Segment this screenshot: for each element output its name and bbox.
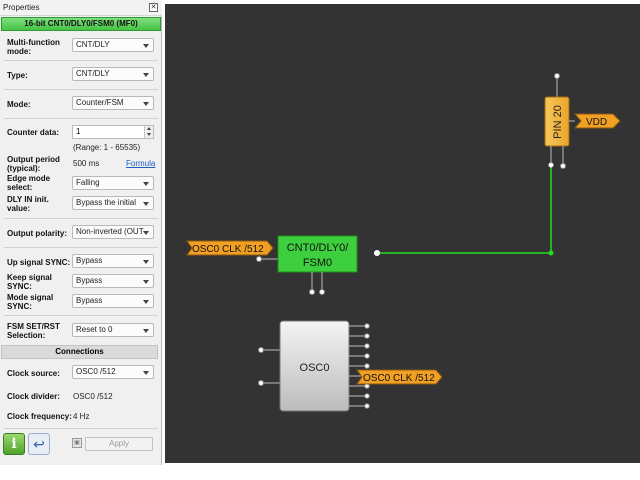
cnt-dly-fsm-block[interactable]: CNT0/DLY0/ FSM0 — [277, 235, 380, 295]
panel-header: Properties ✕ — [0, 0, 162, 16]
apply-button[interactable]: Apply — [85, 437, 153, 451]
multi-function-mode-label: Multi-function mode: — [7, 38, 60, 56]
block-title: 16-bit CNT0/DLY0/FSM0 (MF0) — [1, 17, 161, 31]
arrow-up-icon — [147, 127, 151, 130]
osc0-label: OSC0 — [300, 362, 330, 374]
edge-mode-label: Edge mode select: — [7, 174, 51, 192]
multi-function-mode-select[interactable]: CNT/DLY — [72, 38, 154, 52]
mode-select[interactable]: Counter/FSM — [72, 96, 154, 110]
pin-20-block[interactable]: PIN 20 — [544, 73, 575, 169]
design-canvas[interactable]: OSC0 CLK /512 CNT0/DLY0/ FSM0 PIN 20 VDD… — [165, 0, 640, 463]
bottom-strip — [0, 465, 640, 480]
info-button[interactable]: i — [3, 433, 25, 455]
keep-signal-sync-label: Keep signal SYNC: — [7, 273, 52, 291]
chevron-down-icon — [143, 260, 149, 264]
osc0-block[interactable]: OSC0 — [258, 320, 370, 412]
clock-divider-value: OSC0 /512 — [73, 392, 113, 401]
chevron-down-icon — [143, 202, 149, 206]
vdd-tag[interactable]: VDD — [573, 113, 621, 129]
close-icon[interactable]: ✕ — [149, 3, 158, 12]
type-select[interactable]: CNT/DLY — [72, 67, 154, 81]
counter-data-range: (Range: 1 - 65535) — [73, 143, 141, 152]
chevron-down-icon — [143, 329, 149, 333]
output-period-value: 500 ms — [73, 159, 100, 168]
fsm-set-rst-select[interactable]: Reset to 0 — [72, 323, 154, 337]
apply-icon: ▣ — [72, 438, 82, 448]
arrow-down-icon — [147, 133, 151, 136]
formula-link[interactable]: Formula — [126, 159, 155, 168]
connections-header: Connections — [1, 345, 158, 359]
counter-data-label: Counter data: — [7, 128, 59, 137]
cnt-block-line1: CNT0/DLY0/ — [287, 242, 349, 254]
chevron-down-icon — [143, 182, 149, 186]
spinner-buttons[interactable] — [144, 126, 153, 138]
chevron-down-icon — [143, 300, 149, 304]
dly-in-init-label: DLY IN init. value: — [7, 195, 49, 213]
properties-panel: Properties ✕ 16-bit CNT0/DLY0/FSM0 (MF0)… — [0, 0, 162, 465]
output-period-label: Output period (typical): — [7, 155, 60, 173]
input-signal-tag-text: OSC0 CLK /512 — [192, 244, 264, 255]
output-polarity-select[interactable]: Non-inverted (OUT — [72, 225, 154, 239]
mode-signal-sync-label: Mode signal SYNC: — [7, 293, 54, 311]
vdd-tag-text: VDD — [586, 117, 607, 128]
panel-title: Properties — [3, 3, 40, 12]
clock-source-select[interactable]: OSC0 /512 — [72, 365, 154, 379]
undo-button[interactable]: ↩ — [28, 433, 50, 455]
output-signal-tag[interactable]: OSC0 CLK /512 — [356, 369, 443, 385]
counter-data-input[interactable]: 1 — [72, 125, 154, 139]
mode-signal-sync-select[interactable]: Bypass — [72, 294, 154, 308]
chevron-down-icon — [143, 73, 149, 77]
output-polarity-label: Output polarity: — [7, 229, 67, 238]
fsm-set-rst-label: FSM SET/RST Selection: — [7, 322, 60, 340]
edge-mode-select[interactable]: Falling — [72, 176, 154, 190]
clock-source-label: Clock source: — [7, 369, 60, 378]
clock-divider-label: Clock divider: — [7, 392, 60, 401]
chevron-down-icon — [143, 371, 149, 375]
clock-frequency-value: 4 Hz — [73, 412, 90, 421]
mode-label: Mode: — [7, 100, 31, 109]
pin-label: PIN 20 — [552, 105, 564, 139]
input-signal-tag[interactable]: OSC0 CLK /512 — [186, 240, 278, 262]
chevron-down-icon — [143, 102, 149, 106]
wire-output[interactable] — [377, 162, 554, 256]
output-signal-tag-text: OSC0 CLK /512 — [363, 373, 435, 384]
keep-signal-sync-select[interactable]: Bypass — [72, 274, 154, 288]
up-signal-sync-label: Up signal SYNC: — [7, 258, 71, 267]
type-label: Type: — [7, 71, 28, 80]
clock-frequency-label: Clock frequency: — [7, 412, 72, 421]
dly-in-init-select[interactable]: Bypass the initial — [72, 196, 154, 210]
cnt-block-line2: FSM0 — [303, 257, 332, 269]
chevron-down-icon — [143, 280, 149, 284]
up-signal-sync-select[interactable]: Bypass — [72, 254, 154, 268]
chevron-down-icon — [143, 44, 149, 48]
chevron-down-icon — [143, 231, 149, 235]
